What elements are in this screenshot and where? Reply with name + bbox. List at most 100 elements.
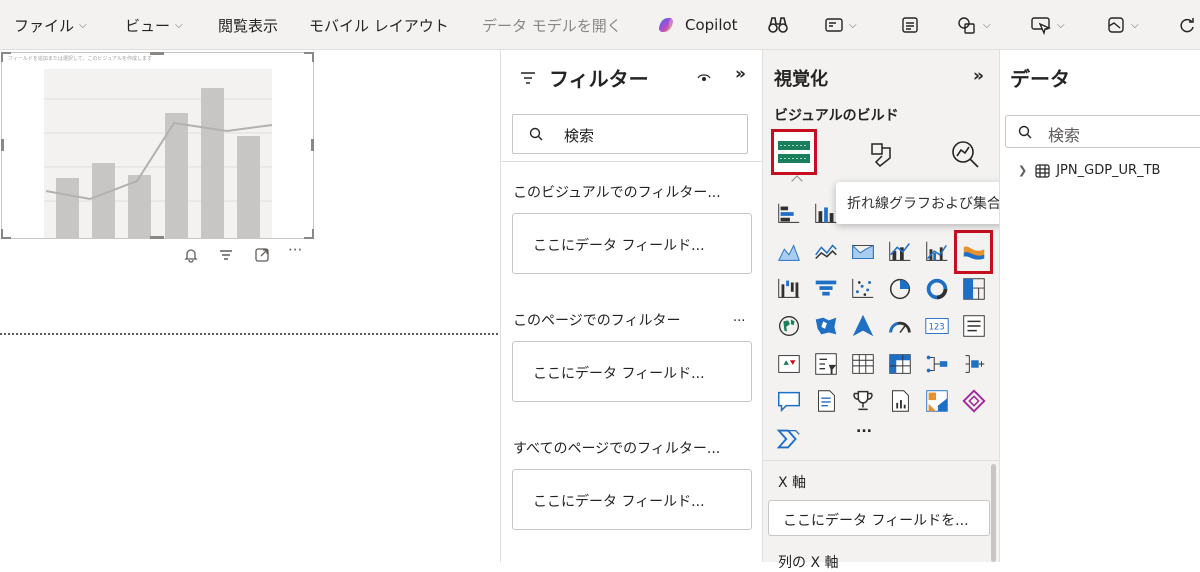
scrollbar[interactable] (991, 464, 996, 562)
donut-chart-icon[interactable] (923, 275, 951, 303)
reading-view-label: 閲覧表示 (218, 16, 279, 35)
placeholder-visual[interactable]: フィールドを追加または選択して、このビジュアルを作成します (1, 52, 314, 239)
line-and-stacked-column-icon[interactable] (886, 238, 914, 266)
image-button[interactable]: ⌵ (1106, 0, 1139, 50)
data-pane: データ 検索 ❯ JPN_GDP_UR_TB (999, 50, 1200, 562)
key-influencers-icon[interactable] (960, 350, 988, 378)
placeholder-chart (44, 69, 273, 238)
filters-on-visual-dropzone[interactable]: ここにデータ フィールド... (512, 213, 752, 274)
eye-icon[interactable] (697, 71, 711, 85)
power-automate-flow-icon[interactable] (775, 425, 803, 453)
format-brush-icon[interactable] (866, 138, 898, 170)
open-data-model-label: データ モデルを開く (482, 16, 622, 35)
refresh-button[interactable] (1178, 0, 1196, 50)
filters-on-page-dropzone[interactable]: ここにデータ フィールド... (512, 341, 752, 402)
filters-all-pages-header: すべてのページでのフィルター... (513, 438, 720, 458)
mobile-layout-button[interactable]: モバイル レイアウト (309, 0, 449, 50)
visual-toolbar: ··· (180, 241, 310, 266)
mobile-layout-label: モバイル レイアウト (309, 16, 449, 35)
trophy-goals-icon[interactable] (849, 387, 877, 415)
card-icon[interactable]: 123 (923, 312, 951, 340)
copilot-label: Copilot (685, 16, 738, 34)
multi-row-card-icon[interactable] (960, 312, 988, 340)
selected-visual-highlight (954, 230, 993, 274)
focus-mode-icon[interactable] (253, 246, 271, 264)
filters-on-visual-header: このビジュアルでのフィルター... (513, 182, 721, 202)
filter-icon[interactable] (217, 246, 235, 264)
collapse-visualizations-icon[interactable]: » (973, 66, 984, 86)
build-tab-fields[interactable] (771, 129, 817, 175)
data-search-input[interactable]: 検索 (1005, 115, 1200, 148)
decomposition-tree-icon[interactable] (923, 350, 951, 378)
waterfall-chart-icon[interactable] (775, 275, 803, 303)
filled-map-icon[interactable] (812, 312, 840, 340)
funnel-chart-icon[interactable] (812, 275, 840, 303)
kpi-icon[interactable] (775, 350, 803, 378)
filters-pane: フィルター » 検索 このビジュアルでのフィルター... ここにデータ フィール… (500, 50, 763, 562)
reading-view-button[interactable]: 閲覧表示 (218, 0, 278, 50)
matrix-icon[interactable] (886, 350, 914, 378)
paginated-report-icon[interactable] (886, 387, 914, 415)
more-visuals-icon[interactable]: ... (856, 420, 872, 436)
bell-icon[interactable] (182, 246, 200, 264)
table-icon (1035, 163, 1050, 178)
tab-indicator (791, 175, 803, 187)
treemap-icon[interactable] (960, 275, 988, 303)
100-stacked-area-chart-icon[interactable] (849, 238, 877, 266)
ribbon: ファイル ⌵ ビュー ⌵ 閲覧表示 モバイル レイアウト データ モデルを開く Co… (0, 0, 1200, 50)
open-data-model-button[interactable]: データ モデルを開く (482, 0, 622, 50)
slicer-icon[interactable] (812, 350, 840, 378)
column-x-axis-label: 列の X 軸 (778, 555, 839, 571)
stacked-bar-chart-icon[interactable] (775, 200, 803, 228)
binoculars-button[interactable] (767, 0, 789, 50)
line-and-clustered-column-icon[interactable] (923, 238, 951, 266)
collapse-filters-icon[interactable]: » (735, 64, 746, 84)
cursor-button-icon (1031, 17, 1052, 35)
buttons-button[interactable]: ⌵ (1030, 0, 1065, 50)
azure-map-icon[interactable] (849, 312, 877, 340)
analytics-magnifier-icon[interactable] (949, 138, 981, 170)
report-notes-button[interactable] (900, 0, 920, 50)
copilot-button[interactable]: Copilot (655, 0, 738, 50)
gauge-icon[interactable] (886, 312, 914, 340)
fields-well-icon (778, 141, 810, 163)
area-chart-icon[interactable] (775, 238, 803, 266)
filter-icon (521, 72, 535, 84)
x-axis-label: X 軸 (778, 475, 807, 491)
binoculars-icon (768, 17, 788, 33)
chevron-down-icon: ⌵ (983, 19, 991, 31)
more-options-icon[interactable]: ··· (288, 241, 306, 259)
power-automate-icon[interactable] (960, 387, 988, 415)
view-menu[interactable]: ビュー ⌵ (125, 0, 183, 50)
dropzone-label: ここにデータ フィールドを... (783, 513, 969, 529)
file-menu[interactable]: ファイル ⌵ (14, 0, 87, 50)
dropzone-label: ここにデータ フィールド... (533, 238, 705, 254)
visualizations-pane: 視覚化 » ビジュアルのビルド 123 ... X 軸 ここにデータ フィールド… (763, 50, 999, 571)
filters-all-pages-label: すべてのページでのフィルター... (513, 441, 721, 457)
svg-text:123: 123 (929, 322, 945, 332)
text-box-button[interactable]: ⌵ (824, 0, 857, 50)
filters-search-input[interactable]: 検索 (512, 114, 748, 154)
table-item[interactable]: ❯ JPN_GDP_UR_TB (1018, 163, 1160, 178)
divider (501, 161, 763, 162)
shapes-button[interactable]: ⌵ (956, 0, 991, 50)
qna-icon[interactable] (775, 387, 803, 415)
power-apps-icon[interactable] (923, 387, 951, 415)
copilot-icon (659, 18, 673, 32)
stacked-area-chart-icon[interactable] (812, 238, 840, 266)
report-canvas[interactable]: フィールドを追加または選択して、このビジュアルを作成します ··· (0, 50, 500, 562)
text-box-icon (825, 18, 843, 32)
smart-narrative-icon[interactable] (812, 387, 840, 415)
placeholder-bar (201, 88, 224, 238)
map-icon[interactable] (775, 312, 803, 340)
refresh-icon (1180, 18, 1194, 33)
dropzone-label: ここにデータ フィールド... (533, 494, 705, 510)
scatter-chart-icon[interactable] (849, 275, 877, 303)
x-axis-dropzone[interactable]: ここにデータ フィールドを... (768, 500, 990, 536)
page-boundary-line (0, 333, 498, 335)
filters-all-pages-dropzone[interactable]: ここにデータ フィールド... (512, 469, 752, 530)
pie-chart-icon[interactable] (886, 275, 914, 303)
table-visual-icon[interactable] (849, 350, 877, 378)
more-options-icon[interactable]: ... (733, 310, 745, 325)
chevron-down-icon: ⌵ (1131, 19, 1139, 31)
